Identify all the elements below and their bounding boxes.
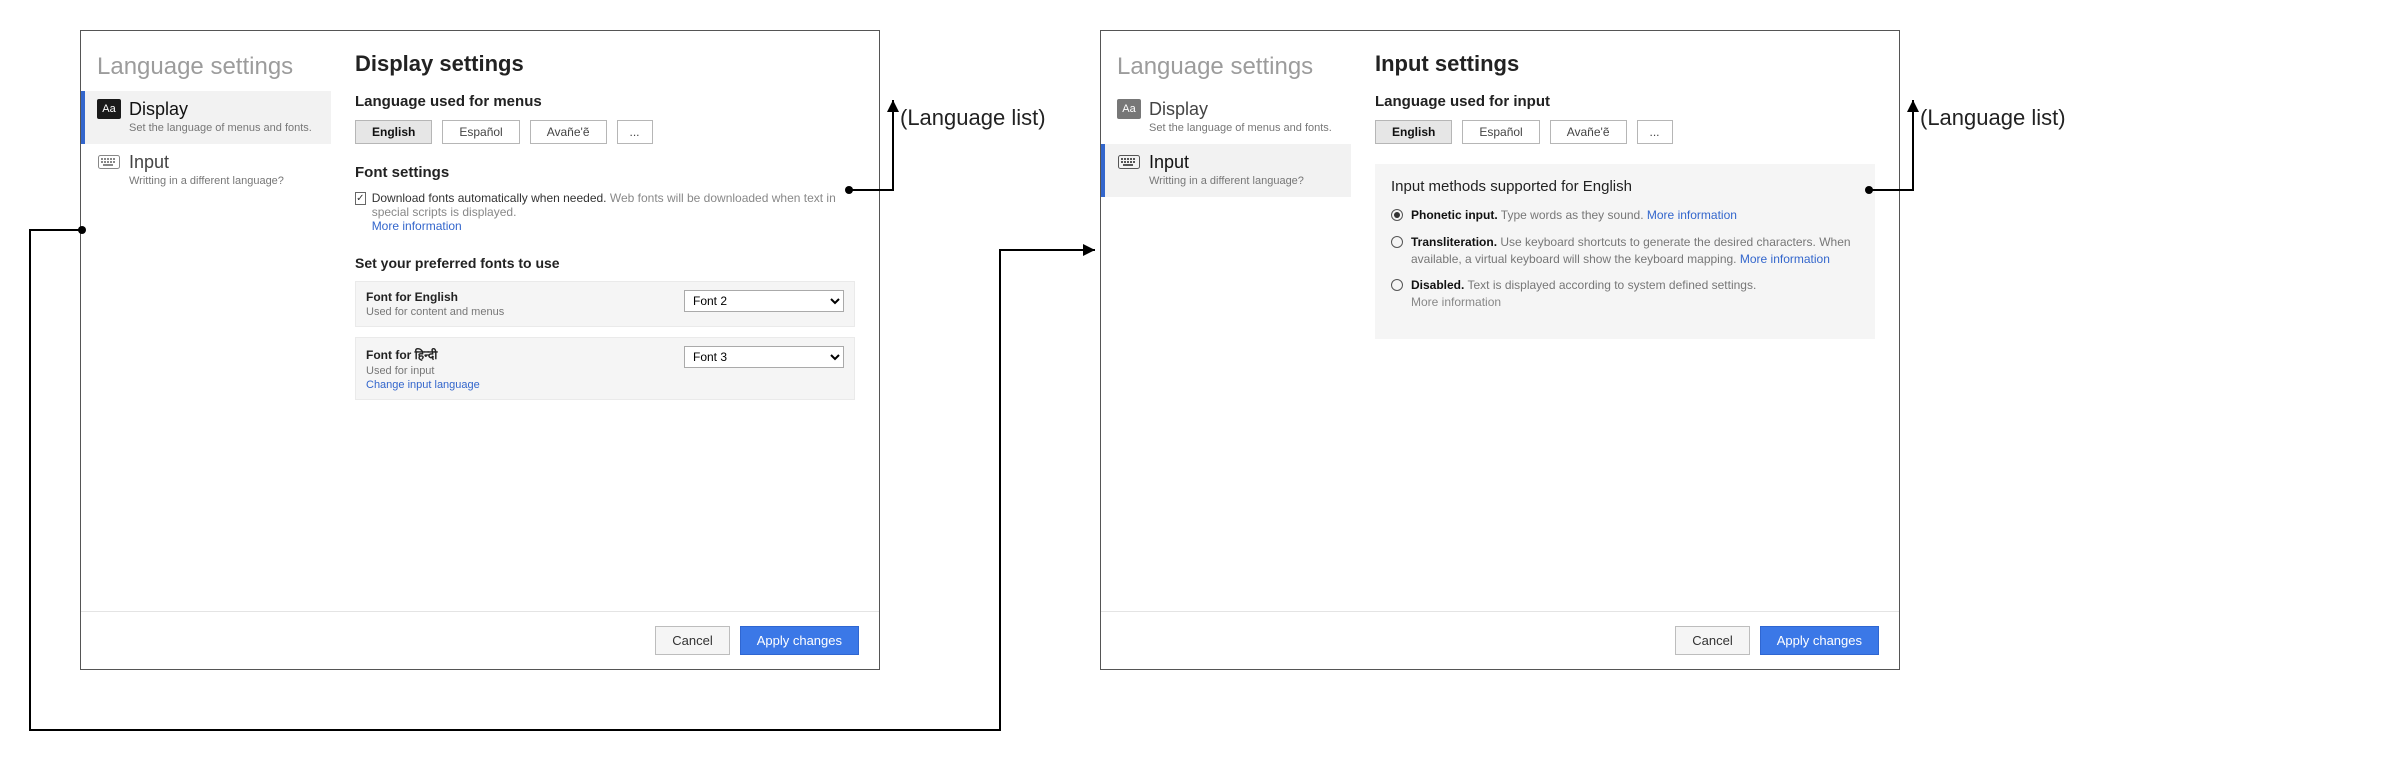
lang-chip-espanol[interactable]: Español: [442, 120, 519, 144]
more-information-link[interactable]: More information: [1740, 252, 1830, 266]
radio-row-disabled[interactable]: Disabled. Text is displayed according to…: [1391, 277, 1859, 311]
arrow-chip-to-langlist-b: [1863, 90, 2003, 200]
lang-chip-more[interactable]: ...: [1637, 120, 1673, 144]
radio-phonetic[interactable]: [1391, 209, 1403, 221]
lang-chip-english[interactable]: English: [355, 120, 432, 144]
sidebar-item-label: Input: [129, 152, 321, 173]
lang-chip-english[interactable]: English: [1375, 120, 1452, 144]
sidebar-item-input[interactable]: Input Writting in a different language?: [81, 144, 331, 197]
arrow-chip-to-langlist-a: [843, 90, 983, 200]
keyboard-icon: [1117, 152, 1141, 172]
dialog-footer: Cancel Apply changes: [1101, 611, 1899, 669]
radio-label: Transliteration.: [1411, 235, 1497, 249]
page-title: Display settings: [355, 51, 855, 77]
arrow-sidebar-input-to-dialog-b: [20, 220, 1110, 750]
language-chip-row: English Español Avañe'ẽ ...: [355, 120, 855, 144]
lang-chip-espanol[interactable]: Español: [1462, 120, 1539, 144]
section-language-menus: Language used for menus: [355, 93, 855, 110]
radio-disabled[interactable]: [1391, 279, 1403, 291]
sidebar-item-input[interactable]: Input Writting in a different language?: [1101, 144, 1351, 197]
lang-chip-avanee[interactable]: Avañe'ẽ: [530, 120, 607, 144]
sidebar-item-sublabel: Writting in a different language?: [129, 175, 321, 187]
more-information-muted: More information: [1411, 294, 1859, 311]
radio-label: Disabled.: [1411, 278, 1464, 292]
sidebar-item-sublabel: Set the language of menus and fonts.: [1149, 122, 1341, 134]
lang-chip-more[interactable]: ...: [617, 120, 653, 144]
sidebar-item-label: Input: [1149, 152, 1341, 173]
radio-row-phonetic[interactable]: Phonetic input. Type words as they sound…: [1391, 207, 1859, 224]
apply-changes-button[interactable]: Apply changes: [1760, 626, 1879, 655]
sidebar: Language settings Aa Display Set the lan…: [1101, 31, 1351, 611]
radio-row-transliteration[interactable]: Transliteration. Use keyboard shortcuts …: [1391, 234, 1859, 268]
radio-transliteration[interactable]: [1391, 236, 1403, 248]
cancel-button[interactable]: Cancel: [1675, 626, 1749, 655]
sidebar-item-sublabel: Set the language of menus and fonts.: [129, 122, 321, 134]
sidebar-item-sublabel: Writting in a different language?: [1149, 175, 1341, 187]
sidebar-item-label: Display: [1149, 99, 1341, 120]
dialog-input-settings: Language settings Aa Display Set the lan…: [1100, 30, 1900, 670]
sidebar-title: Language settings: [1101, 43, 1351, 91]
sidebar-item-display[interactable]: Aa Display Set the language of menus and…: [81, 91, 331, 144]
display-icon: Aa: [1117, 99, 1141, 119]
page-title: Input settings: [1375, 51, 1875, 77]
input-methods-title: Input methods supported for English: [1391, 178, 1859, 195]
more-information-link[interactable]: More information: [1647, 208, 1737, 222]
radio-desc: Text is displayed according to system de…: [1467, 278, 1756, 292]
download-fonts-label: Download fonts automatically when needed…: [372, 191, 607, 205]
radio-desc: Type words as they sound.: [1501, 208, 1644, 222]
download-fonts-checkbox[interactable]: ✓: [355, 192, 366, 205]
display-icon: Aa: [97, 99, 121, 119]
input-methods-panel: Input methods supported for English Phon…: [1375, 164, 1875, 339]
lang-chip-avanee[interactable]: Avañe'ẽ: [1550, 120, 1627, 144]
sidebar-item-label: Display: [129, 99, 321, 120]
radio-label: Phonetic input.: [1411, 208, 1498, 222]
sidebar-item-display[interactable]: Aa Display Set the language of menus and…: [1101, 91, 1351, 144]
section-font-settings: Font settings: [355, 164, 855, 181]
content-input: Input settings Language used for input E…: [1351, 31, 1899, 611]
section-language-input: Language used for input: [1375, 93, 1875, 110]
keyboard-icon: [97, 152, 121, 172]
language-chip-row: English Español Avañe'ẽ ...: [1375, 120, 1875, 144]
sidebar-title: Language settings: [81, 43, 331, 91]
